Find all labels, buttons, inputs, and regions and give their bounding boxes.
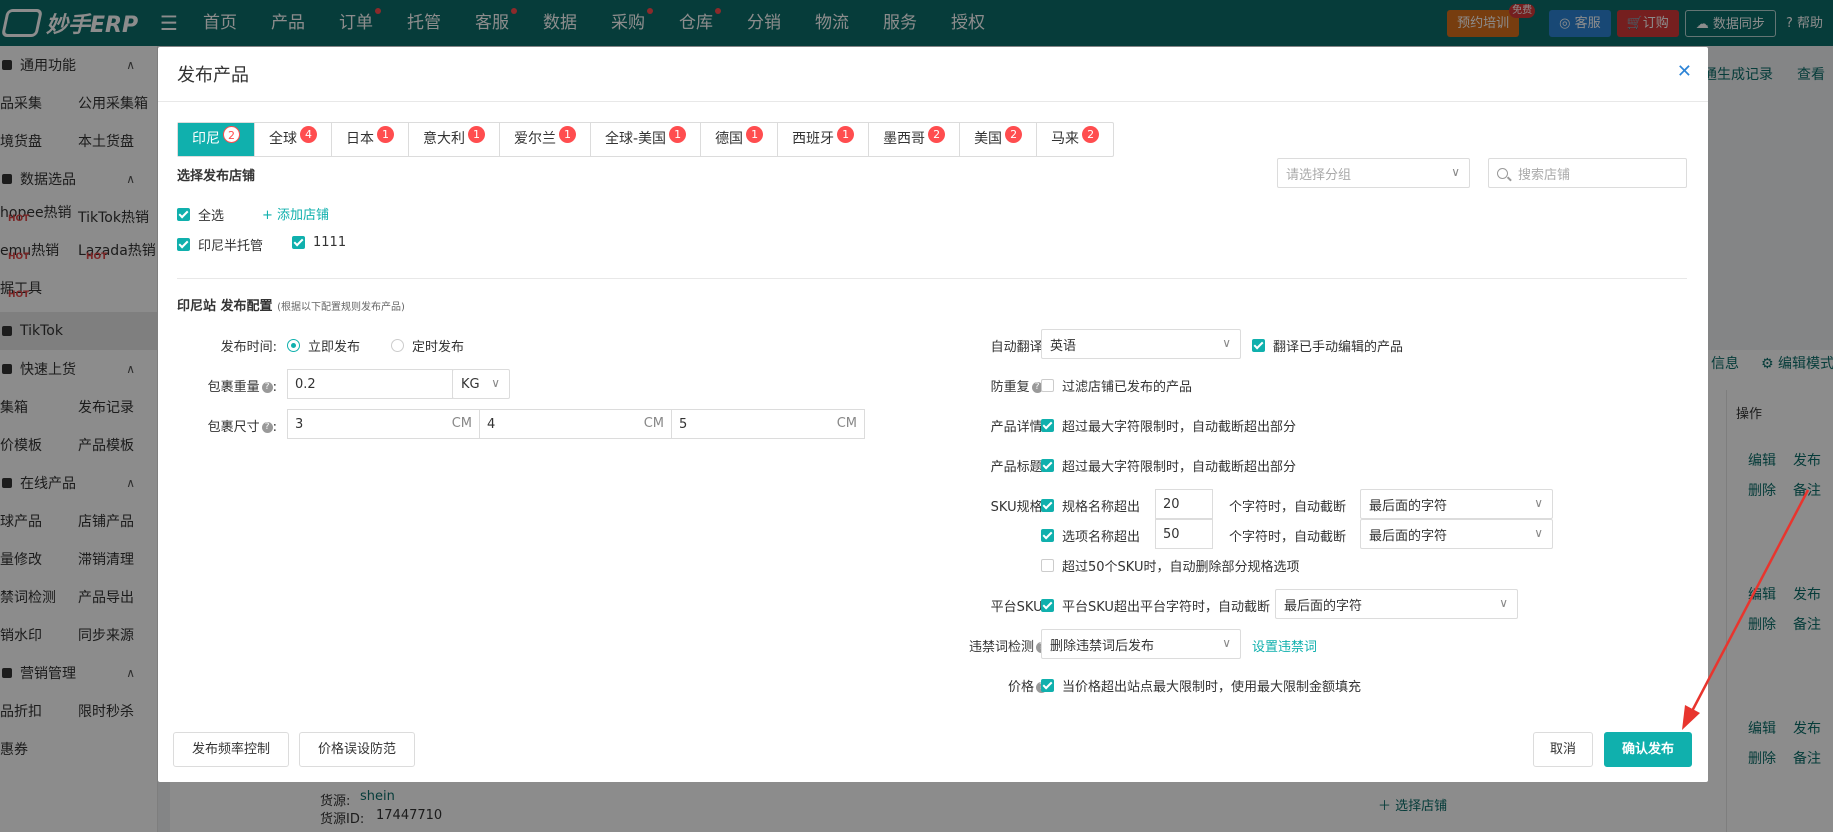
- arrow-line: [1688, 489, 1810, 716]
- annotation-arrow-icon: [1682, 489, 1810, 730]
- arrow-head: [1682, 705, 1700, 730]
